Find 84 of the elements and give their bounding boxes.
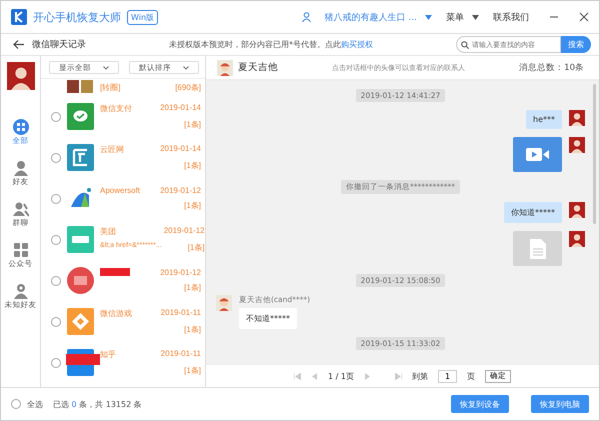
first-page-icon[interactable] — [294, 372, 302, 380]
user-avatar[interactable] — [569, 137, 585, 153]
contact-name: 知乎 — [100, 349, 117, 360]
user-account-link[interactable]: 猪八戒的有趣人生口 ... — [324, 10, 417, 24]
row-checkbox[interactable] — [51, 152, 61, 162]
message-total: 消息总数：10条 — [519, 62, 584, 74]
message-count: [1条] — [183, 324, 201, 335]
caret-icon — [183, 66, 189, 70]
message-count: [1条] — [183, 119, 201, 130]
page-number-field[interactable]: 1 — [438, 370, 457, 382]
chat-contact-name: 夏天吉他 — [238, 61, 278, 74]
search-icon — [461, 40, 469, 48]
contact-avatar[interactable] — [217, 60, 233, 76]
goto-label: 到第 — [412, 370, 428, 382]
message-count: [1条] — [183, 160, 201, 171]
contact-date: 2019-01-11 — [160, 349, 201, 360]
contact-date: 2019-01-12 — [160, 268, 201, 277]
contact-name: 云匠网 — [100, 144, 125, 155]
edition-label: Win版 — [127, 10, 158, 24]
previous-page-icon[interactable] — [311, 372, 318, 380]
contact-name: 微信游戏 — [100, 308, 133, 319]
message-count: [1条] — [186, 242, 205, 253]
contact-avatar[interactable] — [216, 295, 232, 311]
page-unit-label: 页 — [466, 370, 475, 382]
document-icon — [530, 238, 546, 258]
row-checkbox[interactable] — [51, 276, 61, 286]
contact-date: 2019-01-12 — [164, 226, 205, 237]
contact-preview: [转圈] — [100, 82, 122, 93]
caret-icon — [472, 14, 479, 20]
back-arrow-icon[interactable] — [13, 40, 24, 49]
page-title: 微信聊天记录 — [32, 38, 86, 51]
next-page-icon[interactable] — [364, 372, 371, 380]
app-title: 开心手机恢复大师 — [33, 10, 121, 24]
last-page-icon[interactable] — [394, 372, 402, 380]
user-avatar[interactable] — [6, 62, 34, 90]
bracket-logo-icon — [67, 144, 94, 171]
row-checkbox[interactable] — [51, 194, 61, 204]
contact-date: 2019-01-14 — [160, 144, 201, 155]
message-bubble: 你知道***** — [504, 202, 562, 223]
user-avatar[interactable] — [569, 202, 585, 218]
video-message[interactable] — [513, 137, 562, 172]
unknown-person-icon — [12, 283, 28, 299]
group-icon — [12, 201, 28, 217]
contact-date: 2019-01-14 — [160, 103, 201, 114]
page-indicator: 1 / 1页 — [328, 370, 354, 382]
user-avatar[interactable] — [569, 231, 585, 247]
contact-name: 微信支付 — [100, 103, 133, 114]
contact-date: 2019-01-11 — [160, 308, 201, 319]
row-checkbox[interactable] — [51, 358, 61, 368]
close-button[interactable] — [579, 12, 589, 22]
caret-icon — [103, 66, 109, 70]
select-all-label: 全选 — [27, 398, 43, 410]
menu-link[interactable]: 菜单 — [446, 10, 464, 24]
video-camera-icon — [526, 148, 550, 161]
message-bubble: 不知道***** — [239, 308, 297, 329]
contact-date: 2019-01-12 — [160, 186, 201, 195]
caret-icon — [425, 14, 432, 20]
scrollbar[interactable] — [593, 84, 596, 224]
message-count: [1条] — [183, 365, 201, 376]
contact-name: Apowersoft — [100, 186, 142, 195]
message-count: [1条] — [183, 282, 201, 293]
user-avatar[interactable] — [569, 110, 585, 126]
selection-status: 已选 0 条，共 13152 条 — [53, 398, 142, 410]
tiles-icon — [12, 242, 28, 258]
app-logo — [11, 9, 27, 25]
round-logo-icon — [67, 267, 94, 294]
contact-link[interactable]: 联系我们 — [493, 10, 529, 24]
person-icon — [12, 160, 28, 176]
file-message[interactable] — [513, 231, 562, 266]
user-icon — [302, 12, 311, 22]
row-checkbox[interactable] — [51, 316, 61, 326]
row-checkbox[interactable] — [51, 112, 61, 122]
diamond-logo-icon — [67, 308, 94, 335]
message-bubble: he*** — [526, 110, 562, 129]
select-all-checkbox[interactable] — [11, 399, 21, 409]
buy-license-link[interactable]: 购买授权 — [341, 40, 373, 49]
message-count: [690条] — [175, 82, 201, 93]
chat-check-icon — [67, 103, 94, 130]
license-notice: 未授权版本预览时，部分内容已用*号代替。点此购买授权 — [169, 39, 373, 50]
grid-icon — [12, 119, 28, 135]
contact-name: 美团 — [100, 226, 117, 237]
row-checkbox[interactable] — [51, 234, 61, 244]
message-count: [1条] — [183, 200, 201, 211]
bar-logo-icon — [67, 226, 94, 253]
